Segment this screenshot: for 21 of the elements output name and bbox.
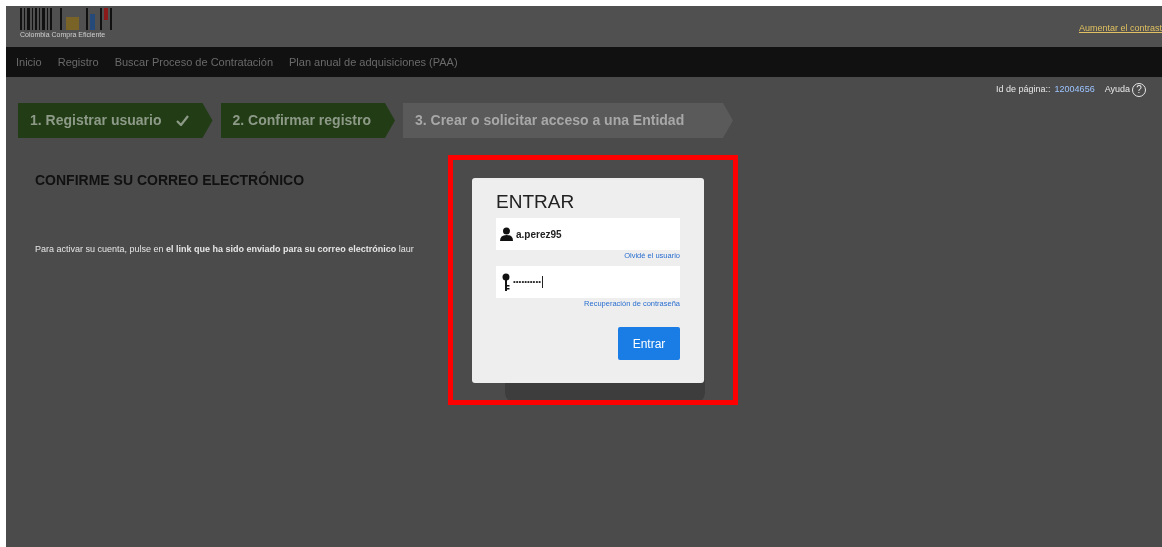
username-field[interactable]: a.perez95 xyxy=(496,218,680,250)
barcode-logo-icon xyxy=(20,8,114,30)
dialog-title: ENTRAR xyxy=(496,192,576,214)
person-icon xyxy=(500,227,513,241)
activation-message: Para activar su cuenta, pulse en el link que ha sido enviado para su correo electrónico laur xyxy=(35,243,415,256)
contrast-link[interactable]: Aumentar el contrast xyxy=(1078,22,1162,36)
key-icon xyxy=(502,272,510,291)
nav-link[interactable]: Inicio xyxy=(16,53,42,71)
page-id-value: 12004656 xyxy=(1054,83,1095,97)
page-id-label: Id de página:: xyxy=(996,83,1051,97)
enter-button[interactable]: Entrar xyxy=(618,327,680,360)
wizard-step: 3. Crear o solicitar acceso a una Entidad xyxy=(403,103,733,138)
nav-link[interactable]: Plan anual de adquisiciones (PAA) xyxy=(289,53,458,71)
nav-link[interactable]: Registro xyxy=(57,53,99,71)
wizard-step: 1. Registrar usuario xyxy=(18,103,213,138)
password-field[interactable]: •••••••••• xyxy=(496,265,680,298)
wizard-step: 2. Confirmar registro xyxy=(220,103,395,138)
checkmark-icon xyxy=(175,115,189,126)
page-heading: CONFIRME SU CORREO ELECTRÓNICO xyxy=(35,170,306,190)
help-link[interactable]: Ayuda xyxy=(1104,83,1130,97)
nav-link[interactable]: Buscar Proceso de Contratación xyxy=(114,53,274,71)
